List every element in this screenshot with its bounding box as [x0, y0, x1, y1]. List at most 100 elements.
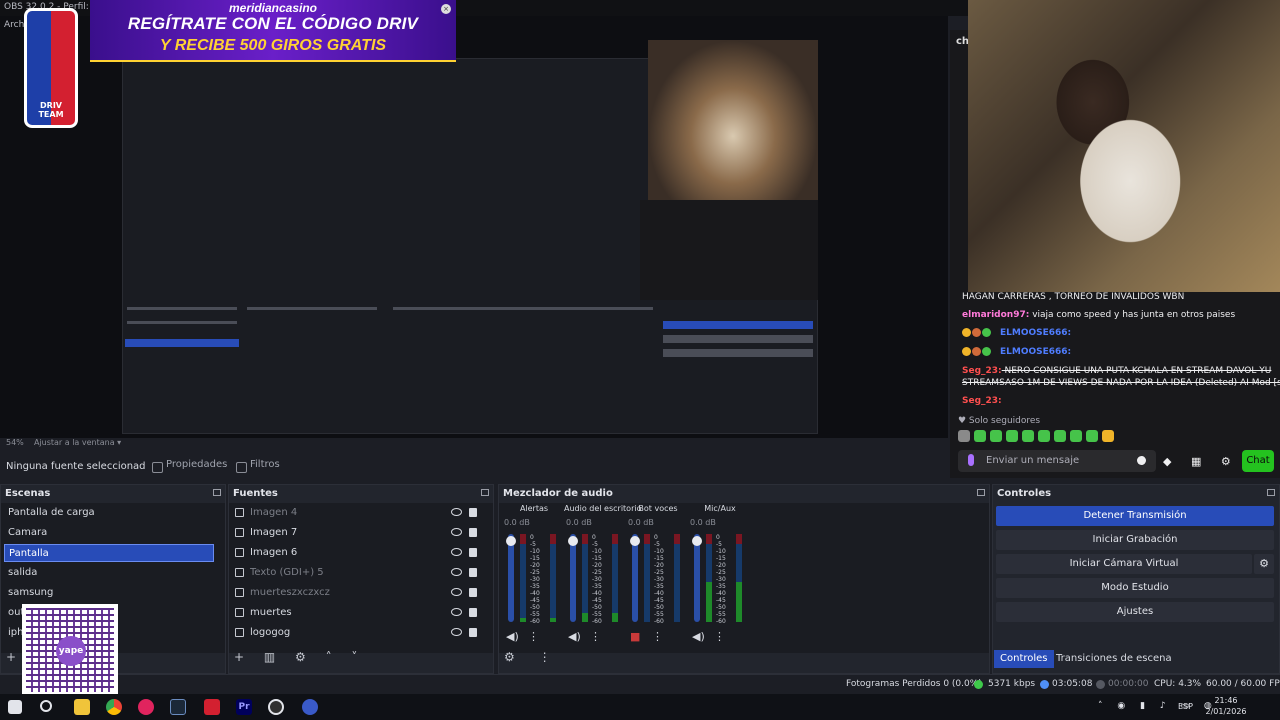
- source-item[interactable]: muertes: [232, 604, 477, 622]
- media-player-icon[interactable]: [138, 699, 154, 715]
- emote-icon[interactable]: [1070, 430, 1082, 442]
- start-recording-button[interactable]: Iniciar Grabación: [996, 530, 1274, 550]
- dock-float-icon[interactable]: [481, 489, 489, 496]
- muted-speaker-icon[interactable]: ■: [630, 630, 640, 643]
- dock-float-icon[interactable]: [977, 489, 985, 496]
- emote-icon[interactable]: [1038, 430, 1050, 442]
- emote-icon[interactable]: [1054, 430, 1066, 442]
- speaker-icon[interactable]: ◀): [692, 630, 705, 643]
- emote-icon[interactable]: [990, 430, 1002, 442]
- obs-icon[interactable]: [268, 699, 284, 715]
- zoom-bar[interactable]: 54% Ajustar a la ventana ▾: [0, 438, 948, 450]
- chat-username[interactable]: Seg_23:: [962, 366, 1002, 376]
- mixer-toolbar[interactable]: ⚙ ⋮: [504, 650, 561, 664]
- emote-icon[interactable]: [958, 430, 970, 442]
- visibility-eye-icon[interactable]: [451, 628, 462, 636]
- filters-button[interactable]: Filtros: [236, 459, 280, 476]
- volume-slider-knob[interactable]: [630, 536, 640, 546]
- lock-icon[interactable]: [469, 508, 477, 517]
- lock-icon[interactable]: [469, 588, 477, 597]
- start-virtual-camera-button[interactable]: Iniciar Cámara Virtual: [996, 554, 1252, 574]
- source-item[interactable]: Imagen 7: [232, 524, 477, 542]
- dock-float-icon[interactable]: [213, 489, 221, 496]
- emote-icon[interactable]: [1006, 430, 1018, 442]
- scene-item-active[interactable]: Pantalla: [4, 544, 214, 562]
- tab-scene-transitions[interactable]: Transiciones de escena: [1050, 650, 1178, 668]
- clock-time[interactable]: 21:46: [1204, 696, 1248, 705]
- chat-tools[interactable]: ◆ ▦ ⚙: [1163, 455, 1239, 468]
- volume-slider-knob[interactable]: [692, 536, 702, 546]
- chat-username[interactable]: ELMOOSE666:: [1000, 347, 1071, 357]
- source-item[interactable]: Imagen 6: [232, 544, 477, 562]
- emote-icon[interactable]: [974, 430, 986, 442]
- zoom-fit[interactable]: Ajustar a la ventana: [34, 438, 115, 447]
- visibility-eye-icon[interactable]: [451, 508, 462, 516]
- app-red-icon[interactable]: [204, 699, 220, 715]
- scene-item[interactable]: salida: [4, 564, 214, 582]
- source-item[interactable]: Texto (GDI+) 5: [232, 564, 477, 582]
- menu-file[interactable]: Arch: [4, 20, 24, 30]
- keyboard-language[interactable]: ESP: [1178, 702, 1193, 711]
- chat-username[interactable]: Seg_23:: [962, 396, 1002, 406]
- visibility-eye-icon[interactable]: [451, 608, 462, 616]
- system-tray-icons[interactable]: ˄ ◉ ▮ ♪ ▭ ◍: [1098, 701, 1218, 711]
- lock-icon[interactable]: [469, 568, 477, 577]
- chat-send-button[interactable]: Chat: [1242, 450, 1274, 472]
- zoom-level[interactable]: 54%: [6, 438, 24, 447]
- volume-slider[interactable]: [692, 534, 702, 622]
- lock-icon[interactable]: [469, 628, 477, 637]
- clock-date[interactable]: 2/01/2026: [1202, 707, 1250, 716]
- lock-icon[interactable]: [469, 608, 477, 617]
- emote-icon[interactable]: [1022, 430, 1034, 442]
- settings-button[interactable]: Ajustes: [996, 602, 1274, 622]
- sources-toolbar[interactable]: + ▥ ⚙ ˄ ˅: [234, 650, 365, 664]
- mic-icon[interactable]: [968, 454, 974, 466]
- volume-slider-knob[interactable]: [506, 536, 516, 546]
- speaker-icon[interactable]: ◀): [568, 630, 581, 643]
- visibility-eye-icon[interactable]: [451, 548, 462, 556]
- emote-icon[interactable]: [1102, 430, 1114, 442]
- stop-streaming-button[interactable]: Detener Transmisión: [996, 506, 1274, 526]
- add-scene-button[interactable]: +: [6, 650, 16, 664]
- volume-slider[interactable]: [568, 534, 578, 622]
- volume-slider[interactable]: [630, 534, 640, 622]
- visibility-eye-icon[interactable]: [451, 568, 462, 576]
- scene-item[interactable]: Pantalla de carga: [4, 504, 214, 522]
- source-item[interactable]: logogog: [232, 624, 477, 642]
- volume-slider[interactable]: [506, 534, 516, 622]
- tab-controls[interactable]: Controles: [994, 650, 1054, 668]
- visibility-eye-icon[interactable]: [451, 588, 462, 596]
- channel-menu-icon[interactable]: ⋮: [590, 630, 601, 643]
- speaker-icon[interactable]: ◀): [506, 630, 519, 643]
- chat-username[interactable]: ELMOOSE666:: [1000, 328, 1071, 338]
- virtual-camera-settings-gear-icon[interactable]: ⚙: [1254, 554, 1274, 574]
- browser-icon[interactable]: [302, 699, 318, 715]
- banner-close-icon[interactable]: ×: [441, 4, 451, 14]
- source-item[interactable]: Imagen 4: [232, 504, 477, 522]
- chat-message-input[interactable]: Enviar un mensaje: [958, 450, 1156, 472]
- volume-slider-knob[interactable]: [568, 536, 578, 546]
- premiere-icon[interactable]: Pr: [236, 699, 252, 715]
- scene-item[interactable]: Camara: [4, 524, 214, 542]
- chat-username[interactable]: elmaridon97:: [962, 310, 1029, 320]
- channel-menu-icon[interactable]: ⋮: [652, 630, 663, 643]
- scene-item[interactable]: samsung: [4, 584, 214, 602]
- chrome-icon[interactable]: [106, 699, 122, 715]
- channel-menu-icon[interactable]: ⋮: [714, 630, 725, 643]
- lock-icon[interactable]: [469, 548, 477, 557]
- file-explorer-icon[interactable]: [74, 699, 90, 715]
- lock-icon[interactable]: [469, 528, 477, 537]
- source-label: Imagen 6: [250, 547, 298, 558]
- dock-float-icon[interactable]: [1267, 489, 1275, 496]
- visibility-eye-icon[interactable]: [451, 528, 462, 536]
- channel-menu-icon[interactable]: ⋮: [528, 630, 539, 643]
- studio-mode-button[interactable]: Modo Estudio: [996, 578, 1274, 598]
- steam-icon[interactable]: [170, 699, 186, 715]
- search-icon[interactable]: [40, 700, 52, 712]
- source-item[interactable]: muerteszxczxcz: [232, 584, 477, 602]
- emote-icon[interactable]: [1086, 430, 1098, 442]
- emoji-icon[interactable]: [1137, 456, 1146, 465]
- properties-button[interactable]: Propiedades: [152, 459, 227, 476]
- preview-canvas[interactable]: [0, 0, 948, 438]
- windows-start-icon[interactable]: [8, 700, 22, 714]
